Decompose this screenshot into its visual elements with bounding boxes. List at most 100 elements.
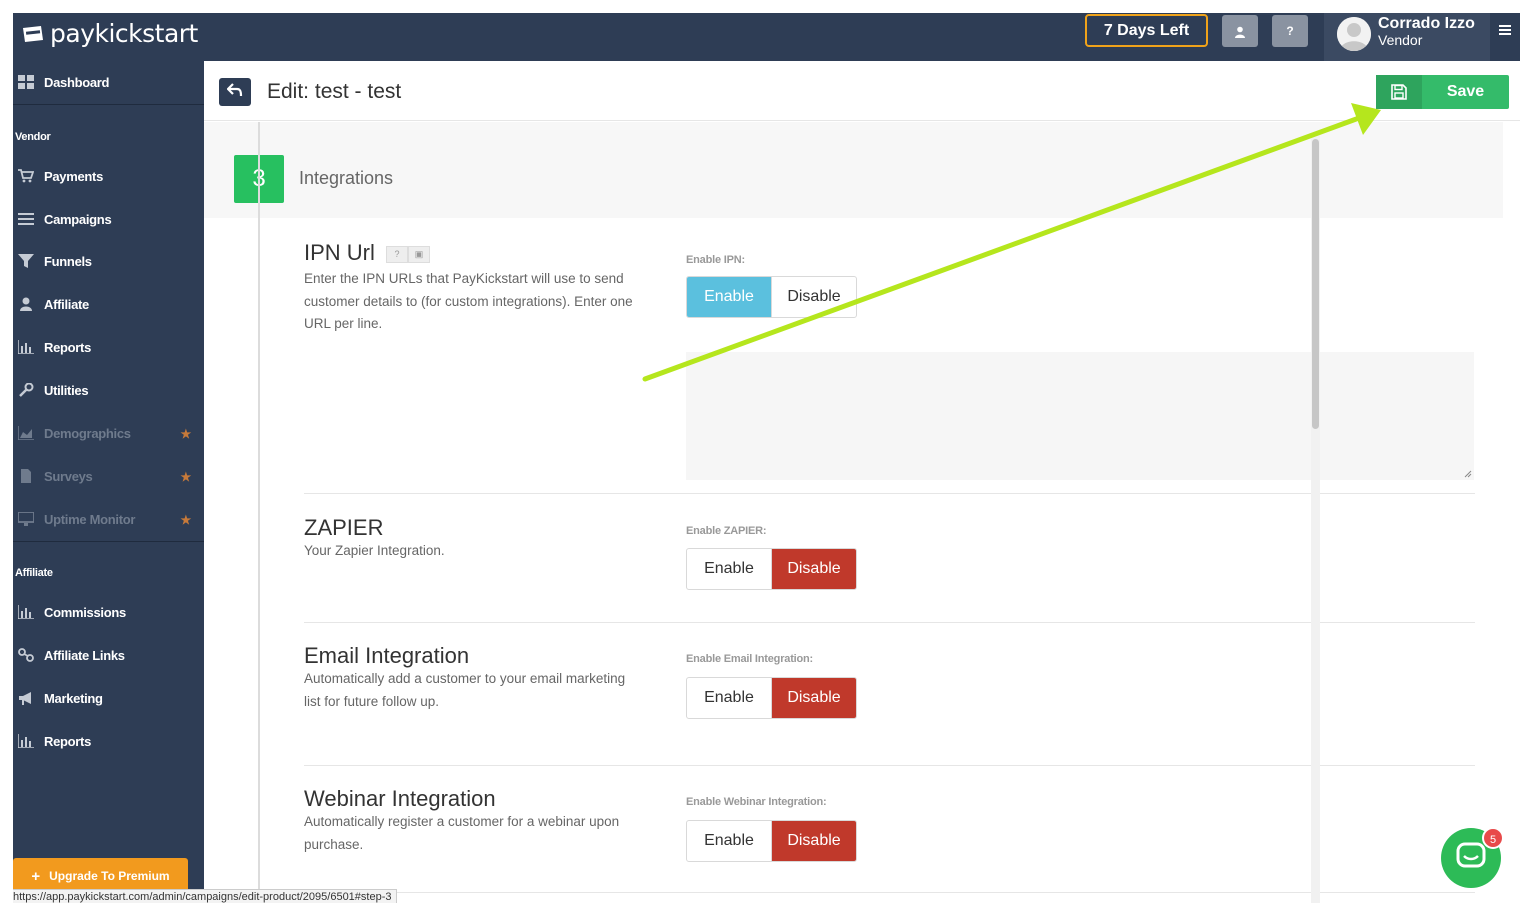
sidebar-item-label: Marketing	[44, 690, 103, 706]
question-icon[interactable]: ?	[386, 246, 408, 263]
zapier-enable-button[interactable]: Enable	[687, 549, 771, 589]
ipn-disable-button[interactable]: Disable	[771, 277, 856, 317]
section-description: Enter the IPN URLs that PayKickstart wil…	[304, 271, 633, 331]
main-content: 3 Integrations IPN Url ? ▣ Enter the IPN…	[204, 122, 1503, 903]
plus-icon: +	[31, 867, 41, 885]
trial-days-left-badge[interactable]: 7 Days Left	[1085, 14, 1208, 47]
section-divider	[304, 493, 1475, 494]
save-button[interactable]: Save	[1376, 75, 1509, 109]
sidebar-item-reports[interactable]: Reports	[13, 327, 204, 367]
bar-chart-icon	[17, 605, 35, 619]
sidebar-item-label: Affiliate	[44, 296, 89, 312]
webinar-disable-button[interactable]: Disable	[771, 821, 856, 861]
save-label: Save	[1446, 83, 1485, 100]
zapier-disable-button[interactable]: Disable	[771, 549, 856, 589]
link-icon	[17, 648, 35, 662]
webinar-toggle: Enable Disable	[686, 820, 857, 862]
sidebar-divider	[13, 541, 204, 542]
sidebar-item-label: Funnels	[44, 253, 92, 269]
section-description: Automatically register a customer for a …	[304, 814, 620, 852]
scrollbar-thumb[interactable]	[1312, 139, 1319, 429]
sidebar-item-surveys[interactable]: Surveys ★	[13, 456, 204, 496]
sidebar-item-label: Demographics	[44, 425, 131, 441]
sidebar-section-vendor: Vendor	[15, 131, 51, 143]
logo-icon	[21, 24, 45, 44]
chat-unread-badge: 5	[1482, 827, 1504, 849]
area-chart-icon	[17, 426, 35, 440]
section-description: Your Zapier Integration.	[304, 543, 445, 558]
sidebar-item-label: Utilities	[44, 382, 89, 398]
sidebar-item-commissions[interactable]: Commissions	[13, 592, 204, 632]
sidebar-item-uptime-monitor[interactable]: Uptime Monitor ★	[13, 499, 204, 539]
help-icon: ?	[1286, 24, 1294, 38]
field-label: Enable Email Integration:	[686, 653, 814, 665]
email-disable-button[interactable]: Disable	[771, 678, 856, 718]
app-window: paykickstart 7 Days Left ? Corrado Izzo …	[13, 13, 1520, 903]
sidebar-item-dashboard[interactable]: Dashboard	[13, 62, 204, 102]
premium-star-icon: ★	[180, 470, 192, 484]
sidebar-section-affiliate: Affiliate	[15, 567, 53, 579]
sidebar: Dashboard Vendor Payments Campaigns Funn…	[13, 61, 204, 903]
ipn-url-section: IPN Url ? ▣ Enter the IPN URLs that PayK…	[304, 240, 1475, 490]
sidebar-item-demographics[interactable]: Demographics ★	[13, 413, 204, 453]
section-divider	[304, 765, 1475, 766]
back-button[interactable]	[219, 78, 251, 106]
bullhorn-icon	[17, 691, 35, 705]
premium-star-icon: ★	[180, 427, 192, 441]
page-scrollbar[interactable]	[1311, 133, 1320, 903]
hamburger-menu-icon[interactable]	[1499, 25, 1511, 35]
email-integration-section: Email Integration Automatically add a cu…	[304, 643, 1475, 743]
sidebar-item-affiliate-links[interactable]: Affiliate Links	[13, 635, 204, 675]
video-icon[interactable]: ▣	[408, 246, 430, 263]
user-icon	[17, 297, 35, 311]
sidebar-item-affiliate-reports[interactable]: Reports	[13, 721, 204, 761]
sidebar-item-label: Commissions	[44, 604, 126, 620]
sidebar-item-funnels[interactable]: Funnels	[13, 241, 204, 281]
ipn-enable-button[interactable]: Enable	[687, 277, 771, 317]
sidebar-item-label: Dashboard	[44, 74, 110, 90]
sidebar-item-payments[interactable]: Payments	[13, 156, 204, 196]
section-title: IPN Url	[304, 240, 375, 265]
sidebar-item-campaigns[interactable]: Campaigns	[13, 199, 204, 239]
section-divider	[304, 622, 1475, 623]
ipn-urls-textarea[interactable]	[686, 352, 1474, 480]
user-menu[interactable]: Corrado Izzo Vendor	[1324, 13, 1490, 61]
upgrade-label: Upgrade To Premium	[49, 869, 170, 883]
sidebar-item-utilities[interactable]: Utilities	[13, 370, 204, 410]
section-title: Email Integration	[304, 643, 470, 668]
field-label: Enable ZAPIER:	[686, 525, 767, 537]
top-navbar: paykickstart 7 Days Left ? Corrado Izzo …	[13, 13, 1520, 61]
section-title: Webinar Integration	[304, 786, 496, 811]
sidebar-item-affiliate[interactable]: Affiliate	[13, 284, 204, 324]
email-enable-button[interactable]: Enable	[687, 678, 771, 718]
section-title: ZAPIER	[304, 515, 384, 540]
sidebar-divider	[13, 104, 204, 105]
resize-grip-icon[interactable]	[1463, 469, 1472, 478]
step-header: 3 Integrations	[204, 122, 1503, 218]
user-name: Corrado Izzo	[1378, 15, 1475, 32]
field-label: Enable IPN:	[686, 254, 745, 266]
help-badges: ? ▣	[386, 246, 430, 263]
cart-icon	[17, 169, 35, 183]
monitor-icon	[17, 512, 35, 526]
sidebar-item-label: Surveys	[44, 468, 93, 484]
wrench-icon	[17, 383, 35, 397]
sidebar-item-label: Affiliate Links	[44, 647, 125, 663]
help-button[interactable]: ?	[1272, 15, 1308, 47]
app-logo[interactable]: paykickstart	[21, 19, 198, 48]
profile-button[interactable]	[1222, 15, 1258, 47]
user-role: Vendor	[1378, 32, 1423, 48]
webinar-enable-button[interactable]: Enable	[687, 821, 771, 861]
page-title: Edit: test - test	[267, 80, 402, 103]
step-title: Integrations	[299, 168, 394, 188]
bar-chart-icon	[17, 340, 35, 354]
floppy-disk-icon	[1376, 75, 1422, 109]
ipn-toggle: Enable Disable	[686, 276, 857, 318]
filter-icon	[17, 254, 35, 268]
chat-icon	[1456, 842, 1486, 875]
sidebar-item-marketing[interactable]: Marketing	[13, 678, 204, 718]
zapier-section: ZAPIER Your Zapier Integration. Enable Z…	[304, 515, 1475, 605]
field-label: Enable Webinar Integration:	[686, 796, 827, 808]
step-timeline-line	[258, 122, 260, 903]
webinar-integration-section: Webinar Integration Automatically regist…	[304, 786, 1475, 886]
